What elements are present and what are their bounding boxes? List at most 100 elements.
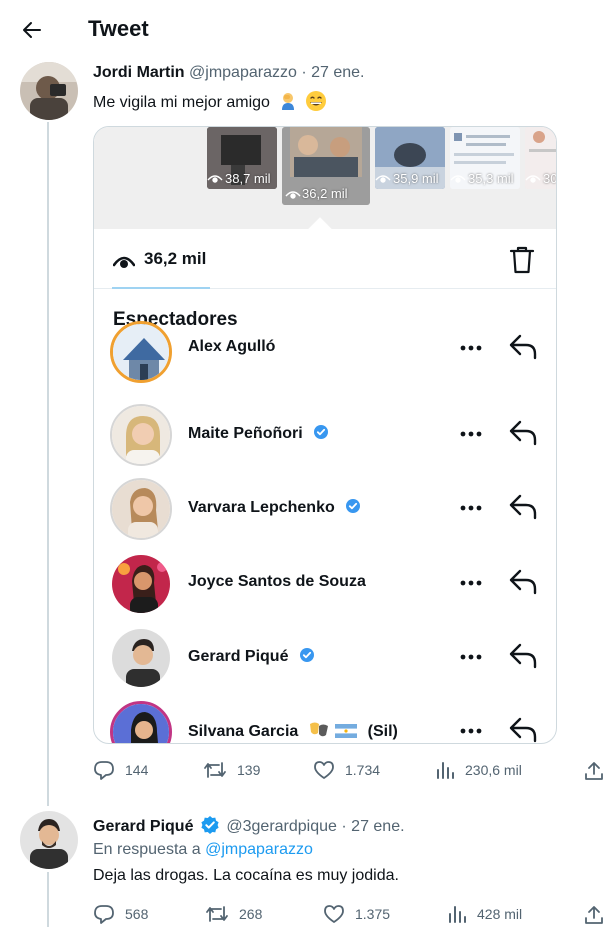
back-arrow-icon (23, 22, 41, 38)
heart-icon (314, 761, 334, 779)
top-bar: Tweet (0, 0, 613, 58)
reply-arrow-icon (509, 494, 537, 520)
more-options-button[interactable] (458, 338, 484, 358)
more-options-button[interactable] (458, 424, 484, 444)
reply-author-avatar[interactable] (20, 811, 78, 869)
viewer-avatar[interactable] (110, 553, 172, 615)
tweet-text-content: Me vigila mi mejor amigo (93, 94, 270, 111)
comment-icon (94, 761, 114, 780)
reply-context-prefix: En respuesta a (93, 841, 201, 858)
viewer-row: Gerard Piqué (94, 627, 556, 689)
viewer-name: Gerard Piqué (188, 647, 315, 666)
analytics-icon (449, 906, 466, 923)
author-name[interactable]: Jordi Martin (93, 64, 185, 81)
share-button[interactable] (583, 760, 605, 782)
trash-icon (509, 246, 535, 274)
verified-badge-icon (314, 425, 329, 439)
story-thumbnail: 30 (525, 127, 556, 189)
grinning-face-emoji (305, 91, 326, 111)
reply-author-name[interactable]: Gerard Piqué (93, 818, 193, 835)
viewer-name: Alex Agulló (188, 338, 276, 355)
reply-arrow-icon (509, 569, 537, 595)
viewer-name: Varvara Lepchenko (188, 498, 361, 517)
viewer-row: Joyce Santos de Souza (94, 553, 556, 615)
views-button[interactable]: 428 mil (447, 904, 522, 924)
reply-to-viewer-button[interactable] (506, 490, 540, 524)
back-button[interactable] (14, 12, 50, 48)
page-title: Tweet (88, 16, 149, 41)
analytics-icon (437, 762, 454, 779)
viewer-avatar[interactable] (110, 478, 172, 540)
more-options-button[interactable] (458, 498, 484, 518)
verified-badge-icon (201, 816, 219, 834)
tweet-text: Me vigila mi mejor amigo (93, 90, 327, 112)
reply-date[interactable]: · 27 ene. (341, 818, 404, 835)
reply-button[interactable]: 568 (93, 904, 148, 924)
reply-author-handle[interactable]: @3gerardpique (226, 818, 337, 835)
reply-actions: 568 268 1.375 428 mil (93, 904, 613, 927)
more-dots-icon (460, 505, 482, 511)
viewer-name: Joyce Santos de Souza (188, 573, 366, 590)
verified-badge-icon (299, 648, 314, 662)
story-thumbnail-selected: 36,2 mil (282, 127, 370, 205)
reply-context-handle[interactable]: @jmpaparazzo (205, 841, 313, 858)
tweet-actions: 144 139 1.734 230,6 mil (93, 760, 613, 784)
reply-to-viewer-button[interactable] (506, 330, 540, 364)
reply-arrow-icon (509, 334, 537, 360)
more-options-button[interactable] (458, 647, 484, 667)
reply-to-viewer-button[interactable] (506, 565, 540, 599)
reply-header: Gerard Piqué @3gerardpique · 27 ene. (93, 815, 405, 836)
story-thumbnail: 35,3 mil (450, 127, 520, 189)
reply-button[interactable]: 144 (93, 760, 148, 780)
retweet-icon (206, 906, 228, 922)
retweet-icon (204, 762, 226, 778)
retweet-button[interactable]: 268 (205, 904, 262, 924)
viewer-row: Silvana Garcia (Sil) (94, 701, 556, 743)
share-icon (585, 906, 603, 924)
reply-arrow-icon (509, 717, 537, 743)
share-icon (585, 762, 603, 780)
views-count: 36,2 mil (144, 249, 207, 268)
story-thumbnail-strip: 38,7 mil 36,2 mil 35,9 mil 35,3 mil 30 (94, 127, 556, 243)
viewer-name: Maite Peñoñori (188, 424, 329, 443)
viewer-row: Maite Peñoñori (94, 404, 556, 466)
reply-to-viewer-button[interactable] (506, 639, 540, 673)
viewer-row: Alex Agulló (94, 321, 556, 393)
author-avatar[interactable] (20, 62, 78, 120)
like-button[interactable]: 1.734 (313, 760, 380, 780)
tweet-date[interactable]: · 27 ene. (301, 64, 364, 81)
retweet-button[interactable]: 139 (203, 760, 260, 780)
verified-badge-icon (346, 499, 361, 513)
heart-icon (324, 905, 344, 923)
delete-button[interactable] (508, 245, 536, 275)
more-dots-icon (460, 654, 482, 660)
tweet-media[interactable]: 38,7 mil 36,2 mil 35,9 mil 35,3 mil 30 3… (93, 126, 557, 744)
thread-line (47, 122, 49, 806)
performing-arts-emoji (309, 722, 328, 737)
more-options-button[interactable] (458, 721, 484, 741)
viewer-avatar[interactable] (110, 321, 172, 383)
author-handle[interactable]: @jmpaparazzo (189, 64, 297, 81)
tweet-header: Jordi Martin @jmpaparazzo · 27 ene. (93, 64, 364, 82)
reply-text: Deja las drogas. La cocaína es muy jodid… (93, 867, 399, 884)
reply-context: En respuesta a @jmpaparazzo (93, 841, 313, 859)
argentina-flag-emoji (335, 724, 358, 738)
views-row: 36,2 mil (94, 229, 556, 289)
views-button[interactable]: 230,6 mil (435, 760, 522, 780)
more-dots-icon (460, 431, 482, 437)
eye-icon (113, 256, 135, 268)
viewer-avatar[interactable] (110, 404, 172, 466)
man-facepalming-emoji (282, 93, 295, 110)
more-dots-icon (460, 728, 482, 734)
like-button[interactable]: 1.375 (323, 904, 390, 924)
viewer-row: Varvara Lepchenko (94, 478, 556, 540)
reply-to-viewer-button[interactable] (506, 416, 540, 450)
more-options-button[interactable] (458, 573, 484, 593)
share-button[interactable] (583, 904, 605, 926)
viewer-avatar[interactable] (110, 627, 172, 689)
reply-arrow-icon (509, 643, 537, 669)
reply-to-viewer-button[interactable] (506, 713, 540, 743)
more-dots-icon (460, 580, 482, 586)
thread-line (47, 872, 49, 927)
viewer-avatar[interactable] (110, 701, 172, 743)
